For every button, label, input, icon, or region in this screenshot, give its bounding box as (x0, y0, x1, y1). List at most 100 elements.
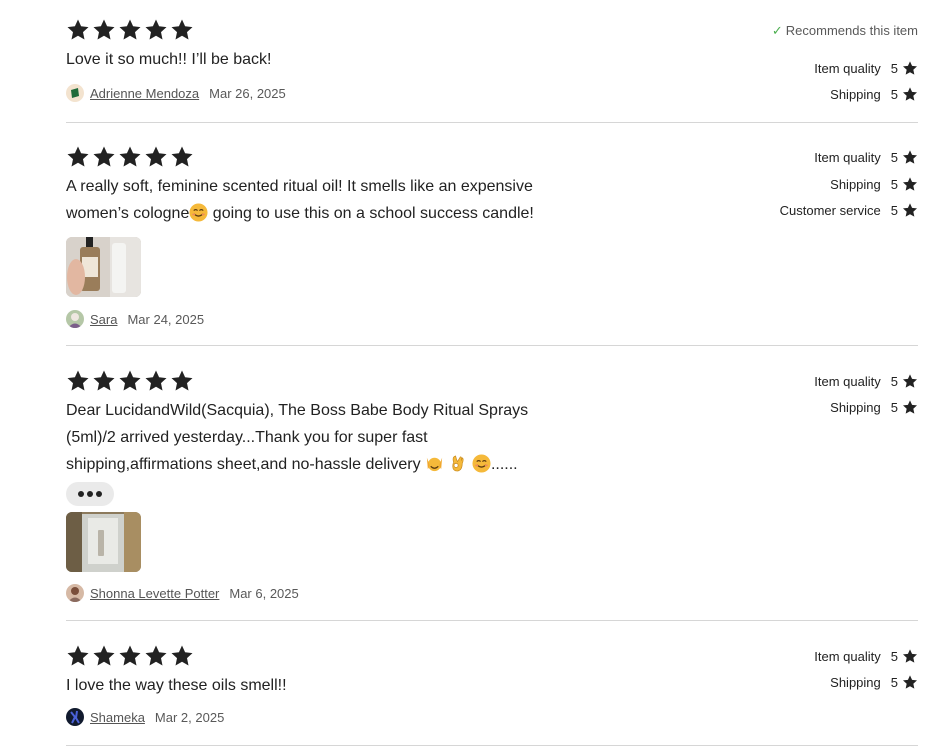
star-icon (902, 149, 918, 165)
star-icon (170, 145, 194, 168)
star-icon (144, 18, 168, 41)
rating-value: 5 (890, 202, 898, 218)
smiling-face-emoji-icon (472, 454, 491, 473)
star-rating (66, 145, 194, 168)
avatar[interactable] (66, 84, 84, 102)
rating-label: Shipping (830, 674, 881, 690)
star-icon (902, 373, 918, 389)
rating-row-shipping: Shipping 5 (830, 86, 918, 102)
review-text: A really soft, feminine scented ritual o… (66, 173, 606, 227)
ellipsis-dot-icon (96, 491, 102, 497)
recommends-label: Recommends this item (785, 23, 918, 38)
review-text: Dear LucidandWild(Sacquia), The Boss Bab… (66, 397, 606, 478)
review-photo[interactable] (66, 237, 141, 297)
smiling-face-emoji-icon (189, 203, 208, 222)
star-icon (902, 648, 918, 664)
star-icon (902, 674, 918, 690)
review-meta: Adrienne Mendoza Mar 26, 2025 (66, 84, 286, 102)
reviewer-name-link[interactable]: Shameka (90, 710, 145, 725)
review-text-line: shipping,affirmations sheet,and no-hassl… (66, 451, 606, 478)
avatar[interactable] (66, 708, 84, 726)
raising-hands-emoji-icon (425, 454, 444, 473)
rating-value: 5 (890, 86, 898, 102)
star-icon (170, 644, 194, 667)
star-icon (66, 644, 90, 667)
review-text: Love it so much!! I’ll be back! (66, 51, 272, 68)
rating-value: 5 (890, 399, 898, 415)
rating-row-item-quality: Item quality 5 (814, 149, 918, 165)
rating-row-customer-service: Customer service 5 (780, 202, 918, 218)
reviewer-name-link[interactable]: Shonna Levette Potter (90, 586, 219, 601)
star-icon (170, 369, 194, 392)
rating-row-item-quality: Item quality 5 (814, 648, 918, 664)
rating-label: Shipping (830, 176, 881, 192)
review-card: Love it so much!! I’ll be back! Adrienne… (66, 18, 918, 118)
star-icon (118, 145, 142, 168)
review-meta: Shonna Levette Potter Mar 6, 2025 (66, 584, 299, 602)
star-icon (902, 399, 918, 415)
avatar[interactable] (66, 584, 84, 602)
rating-label: Shipping (830, 86, 881, 102)
star-icon (92, 644, 116, 667)
rating-value: 5 (890, 674, 898, 690)
review-text-line: A really soft, feminine scented ritual o… (66, 178, 533, 195)
rating-value: 5 (890, 176, 898, 192)
ok-hand-emoji-icon (448, 454, 467, 473)
star-icon (144, 145, 168, 168)
reviewer-name-link[interactable]: Sara (90, 312, 117, 327)
star-icon (92, 18, 116, 41)
review-card: A really soft, feminine scented ritual o… (66, 145, 918, 335)
star-icon (902, 202, 918, 218)
review-date: Mar 24, 2025 (127, 311, 205, 327)
reviews-list: Love it so much!! I’ll be back! Adrienne… (0, 0, 946, 750)
star-icon (144, 369, 168, 392)
star-icon (92, 145, 116, 168)
reviewer-name-link[interactable]: Adrienne Mendoza (90, 86, 199, 101)
divider (66, 620, 918, 621)
rating-value: 5 (890, 60, 898, 76)
review-date: Mar 6, 2025 (229, 585, 299, 601)
star-icon (902, 86, 918, 102)
review-text: I love the way these oils smell!! (66, 677, 287, 694)
rating-value: 5 (890, 648, 898, 664)
rating-row-item-quality: Item quality 5 (814, 60, 918, 76)
text-fragment: ...... (490, 456, 518, 473)
review-photo[interactable] (66, 512, 141, 572)
expand-review-button[interactable] (66, 482, 114, 506)
review-card: I love the way these oils smell!! Shamek… (66, 644, 918, 734)
star-icon (66, 145, 90, 168)
rating-label: Item quality (814, 149, 881, 165)
review-meta: Sara Mar 24, 2025 (66, 310, 204, 328)
rating-row-shipping: Shipping 5 (830, 176, 918, 192)
review-text-line: (5ml)/2 arrived yesterday...Thank you fo… (66, 429, 428, 446)
text-fragment: shipping,affirmations sheet,and no-hassl… (66, 456, 421, 473)
review-meta: Shameka Mar 2, 2025 (66, 708, 224, 726)
text-fragment: going to use this on a school success ca… (208, 205, 534, 222)
star-icon (902, 60, 918, 76)
star-icon (902, 176, 918, 192)
star-icon (92, 369, 116, 392)
star-rating (66, 369, 194, 392)
review-date: Mar 2, 2025 (154, 709, 225, 725)
star-rating (66, 644, 194, 667)
rating-row-shipping: Shipping 5 (830, 399, 918, 415)
rating-value: 5 (890, 373, 898, 389)
ellipsis-dot-icon (87, 491, 93, 497)
star-icon (118, 644, 142, 667)
star-icon (118, 369, 142, 392)
recommends-badge: ✓ Recommends this item (772, 23, 918, 39)
check-icon: ✓ (771, 23, 783, 38)
rating-value: 5 (890, 149, 898, 165)
star-rating (66, 18, 194, 41)
star-icon (66, 369, 90, 392)
star-icon (170, 18, 194, 41)
review-date: Mar 26, 2025 (209, 85, 286, 101)
divider (66, 345, 918, 346)
avatar[interactable] (66, 310, 84, 328)
review-card: Dear LucidandWild(Sacquia), The Boss Bab… (66, 369, 918, 609)
divider (66, 745, 918, 746)
rating-label: Item quality (814, 648, 881, 664)
review-text-line: Dear LucidandWild(Sacquia), The Boss Bab… (66, 402, 529, 419)
rating-label: Customer service (779, 202, 881, 218)
divider (66, 122, 918, 123)
